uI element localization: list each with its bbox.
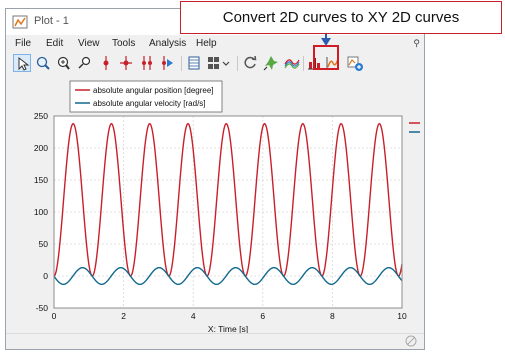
surface-icon: [284, 59, 300, 69]
cursor-delta-button[interactable]: [117, 54, 135, 72]
menu-help[interactable]: Help: [196, 38, 217, 49]
data-cursor-button[interactable]: [75, 54, 93, 72]
toolbar: [6, 53, 424, 75]
zoom-icon: [36, 56, 50, 70]
menu-tools[interactable]: Tools: [112, 38, 135, 49]
pushpin-icon: [263, 56, 278, 71]
x-tick-label: 8: [330, 311, 335, 321]
y-tick-label: 250: [34, 111, 48, 121]
y-tick-label: 0: [43, 271, 48, 281]
surface-plot-button[interactable]: [283, 54, 301, 72]
cursor-delta-icon: [120, 56, 132, 70]
plot-app-icon: [12, 15, 28, 29]
toolbar-separator: [181, 56, 182, 71]
window-title: Plot - 1: [34, 15, 69, 27]
add-plot-button[interactable]: [346, 54, 364, 72]
x-tick-label: 2: [121, 311, 126, 321]
menu-view[interactable]: View: [78, 38, 100, 49]
convert-button-highlight: [313, 45, 339, 70]
zoom-box-icon: [57, 56, 70, 70]
y-tick-label: 100: [34, 207, 48, 217]
table-view-button[interactable]: [185, 54, 203, 72]
plot-window: Plot - 1 File Edit View Tools Analysis H…: [5, 8, 425, 350]
line-chart[interactable]: 0 2 4 6 8 10-50050100150200250 absolute angul…: [6, 79, 424, 335]
vertical-cursor-icon: [103, 56, 109, 70]
legend-label-velocity: absolute angular velocity [rad/s]: [93, 99, 206, 108]
menu-file[interactable]: File: [15, 38, 31, 49]
toolbar-separator: [303, 56, 304, 71]
legend: absolute angular position [degree] absol…: [69, 80, 223, 113]
zoom-button[interactable]: [34, 54, 52, 72]
cursor-play-icon: [162, 56, 173, 70]
x-tick-label: 10: [397, 311, 407, 321]
pin-tool-button[interactable]: [262, 54, 280, 72]
two-cursors-icon: [142, 56, 152, 70]
arrow-pointer-icon: [18, 56, 30, 71]
menu-analysis[interactable]: Analysis: [149, 38, 186, 49]
refresh-icon: [244, 55, 257, 69]
x-tick-label: 6: [260, 311, 265, 321]
grid-layout-icon: [208, 57, 230, 69]
table-icon: [188, 56, 200, 70]
vertical-cursor-button[interactable]: [97, 54, 115, 72]
callout-box: Convert 2D curves to XY 2D curves: [180, 1, 502, 34]
two-cursors-button[interactable]: [138, 54, 156, 72]
add-plot-icon: [347, 56, 363, 71]
x-tick-label: 0: [52, 311, 57, 321]
probe-icon: [78, 56, 91, 69]
zoom-box-button[interactable]: [54, 54, 72, 72]
refresh-button[interactable]: [241, 54, 259, 72]
y-tick-label: 200: [34, 143, 48, 153]
no-cursor-icon: [405, 335, 417, 347]
menu-bar: File Edit View Tools Analysis Help ⚲: [6, 36, 424, 52]
layout-menu-button[interactable]: [206, 54, 234, 72]
y-tick-label: -50: [36, 303, 49, 313]
legend-label-position: absolute angular position [degree]: [93, 86, 214, 95]
y-tick-label: 150: [34, 175, 48, 185]
cursor-play-button[interactable]: [158, 54, 176, 72]
x-tick-label: 4: [191, 311, 196, 321]
select-tool-button[interactable]: [13, 54, 31, 72]
menu-edit[interactable]: Edit: [46, 38, 63, 49]
pin-icon[interactable]: ⚲: [413, 38, 420, 49]
toolbar-separator: [237, 56, 238, 71]
y-tick-label: 50: [39, 239, 49, 249]
status-bar: [6, 333, 424, 349]
plot-area[interactable]: 0 2 4 6 8 10 -50 0 50 100 150 200 250 absolute angul…: [6, 79, 424, 335]
